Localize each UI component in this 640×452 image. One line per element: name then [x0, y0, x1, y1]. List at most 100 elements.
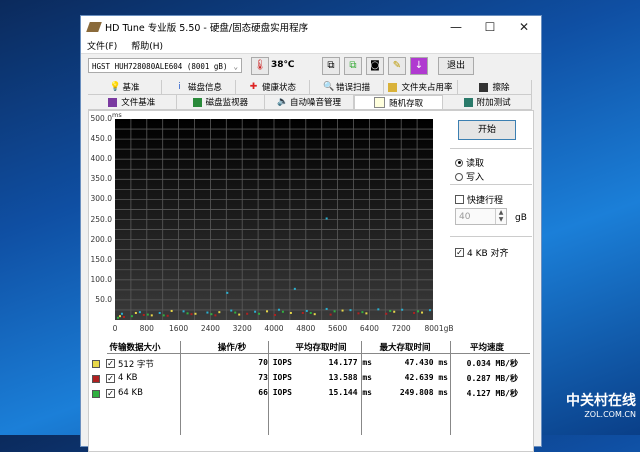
checkbox-checked[interactable]: ✓: [455, 248, 464, 257]
menu-file[interactable]: 文件(F): [87, 39, 117, 52]
exit-button[interactable]: 退出: [438, 57, 474, 75]
data-point: [293, 287, 296, 290]
row-size: 512 字节: [118, 360, 154, 370]
camera-icon[interactable]: ◙: [366, 57, 384, 75]
scatter-plot: [115, 119, 433, 320]
data-point: [349, 309, 352, 312]
col-header-iops: 操作/秒: [217, 343, 247, 353]
col-header-size: 传输数据大小: [109, 343, 161, 353]
tab-error-scan[interactable]: 🔍 错误扫描: [310, 80, 384, 94]
col-header-max: 最大存取时间: [379, 343, 431, 353]
y-tick-label: 250.0: [90, 214, 112, 224]
data-point: [142, 313, 145, 316]
drive-select[interactable]: HGST HUH728080ALE604 (8001 gB) ⌄: [88, 58, 242, 73]
data-point: [266, 310, 269, 313]
row-iops: 73 IOPS: [258, 373, 292, 382]
minimize-button[interactable]: —: [439, 20, 473, 34]
data-point: [190, 313, 193, 316]
y-tick-label: 200.0: [90, 234, 112, 244]
save-icon[interactable]: ↓: [410, 57, 428, 75]
tab-health[interactable]: ✚ 健康状态: [236, 80, 310, 94]
row-avg: 15.144 ms: [328, 388, 372, 397]
data-point: [325, 217, 328, 220]
row-max: 249.808 ms: [399, 388, 448, 397]
series-color-swatch: [92, 390, 100, 398]
tab-label: 错误扫描: [335, 83, 370, 93]
col-header-speed: 平均速度: [469, 343, 505, 353]
copy-icon[interactable]: ⧉: [322, 57, 340, 75]
data-point: [413, 311, 416, 314]
tab-file-benchmark[interactable]: 文件基准: [88, 95, 177, 109]
data-point: [313, 313, 316, 316]
copy-all-icon[interactable]: ⧉: [344, 57, 362, 75]
x-tick-label: 4000: [264, 324, 284, 333]
data-point: [170, 309, 173, 312]
data-point: [365, 312, 368, 315]
data-point: [417, 310, 420, 313]
data-point: [186, 312, 189, 315]
x-tick-label: 5600: [328, 324, 348, 333]
data-point: [377, 308, 380, 311]
data-point: [289, 311, 292, 314]
data-point: [116, 316, 119, 319]
tab-info[interactable]: i 磁盘信息: [162, 80, 236, 94]
tab-label: 自动噪音管理: [289, 98, 341, 108]
y-tick-label: 300.0: [90, 194, 112, 204]
tab-label: 磁盘信息: [187, 83, 222, 93]
x-tick-label: 8001gB: [424, 324, 454, 333]
tab-disk-monitor[interactable]: 磁盘监视器: [177, 95, 266, 109]
x-tick-label: 6400: [359, 324, 379, 333]
table-row: ✓ 64 KB 66 IOPS 15.144 ms 249.808 ms 4.1…: [92, 387, 532, 401]
write-radio[interactable]: 写入: [455, 170, 484, 183]
data-point: [273, 313, 276, 316]
data-point: [230, 309, 233, 312]
data-point: [246, 312, 249, 315]
options-icon[interactable]: ✎: [388, 57, 406, 75]
x-tick-label: 800: [139, 324, 154, 333]
close-button[interactable]: ✕: [507, 20, 541, 34]
stepper-value: 40: [459, 212, 471, 222]
data-point: [234, 311, 237, 314]
app-icon: [86, 22, 102, 32]
y-tick-label: 500.0: [90, 114, 112, 123]
unit-label: gB: [515, 213, 527, 223]
data-point: [401, 308, 404, 311]
read-radio[interactable]: 读取: [455, 156, 484, 169]
row-speed: 0.287 MB/秒: [466, 374, 518, 383]
radio-read[interactable]: [455, 158, 463, 167]
stepper-arrows-icon[interactable]: ▲ ▼: [495, 209, 506, 224]
maximize-button[interactable]: ☐: [473, 20, 507, 34]
data-point: [120, 312, 123, 315]
menu-help[interactable]: 帮助(H): [131, 39, 163, 52]
data-point: [166, 314, 169, 317]
toolbar: HGST HUH728080ALE604 (8001 gB) ⌄ 🌡 38℃ ⧉ …: [81, 54, 541, 80]
tab-extra-tests[interactable]: 附加测试: [443, 95, 532, 109]
row-speed: 0.034 MB/秒: [466, 359, 518, 368]
align-checkbox[interactable]: ✓ 4 KB 对齐: [455, 246, 509, 259]
align-label: 4 KB 对齐: [467, 249, 509, 259]
y-tick-label: 150.0: [90, 254, 112, 264]
tab-label: 文件夹占用率: [401, 83, 453, 93]
row-avg: 14.177 ms: [328, 358, 372, 367]
row-checkbox[interactable]: ✓: [106, 359, 115, 368]
row-checkbox[interactable]: ✓: [106, 389, 115, 398]
checkbox[interactable]: [455, 195, 464, 204]
tab-erase[interactable]: 擦除: [458, 80, 532, 94]
data-point: [393, 310, 396, 313]
data-point: [333, 310, 336, 313]
quick-stroke-stepper[interactable]: 40 ▲ ▼: [455, 208, 507, 225]
start-button[interactable]: 开始: [458, 120, 516, 140]
data-point: [218, 311, 221, 314]
tab-random-access[interactable]: 随机存取: [353, 95, 444, 109]
tab-aam[interactable]: 🔈 自动噪音管理: [265, 95, 354, 109]
data-point: [194, 312, 197, 315]
row-checkbox[interactable]: ✓: [106, 374, 115, 383]
data-point: [238, 313, 241, 316]
y-tick-label: 450.0: [90, 134, 112, 144]
quick-stroke-checkbox[interactable]: 快捷行程: [455, 193, 503, 206]
tab-label: 健康状态: [261, 83, 296, 93]
tab-folder-usage[interactable]: 文件夹占用率: [384, 80, 458, 94]
data-point: [301, 311, 304, 314]
tab-benchmark[interactable]: 💡 基准: [88, 80, 162, 94]
radio-write[interactable]: [455, 172, 463, 181]
